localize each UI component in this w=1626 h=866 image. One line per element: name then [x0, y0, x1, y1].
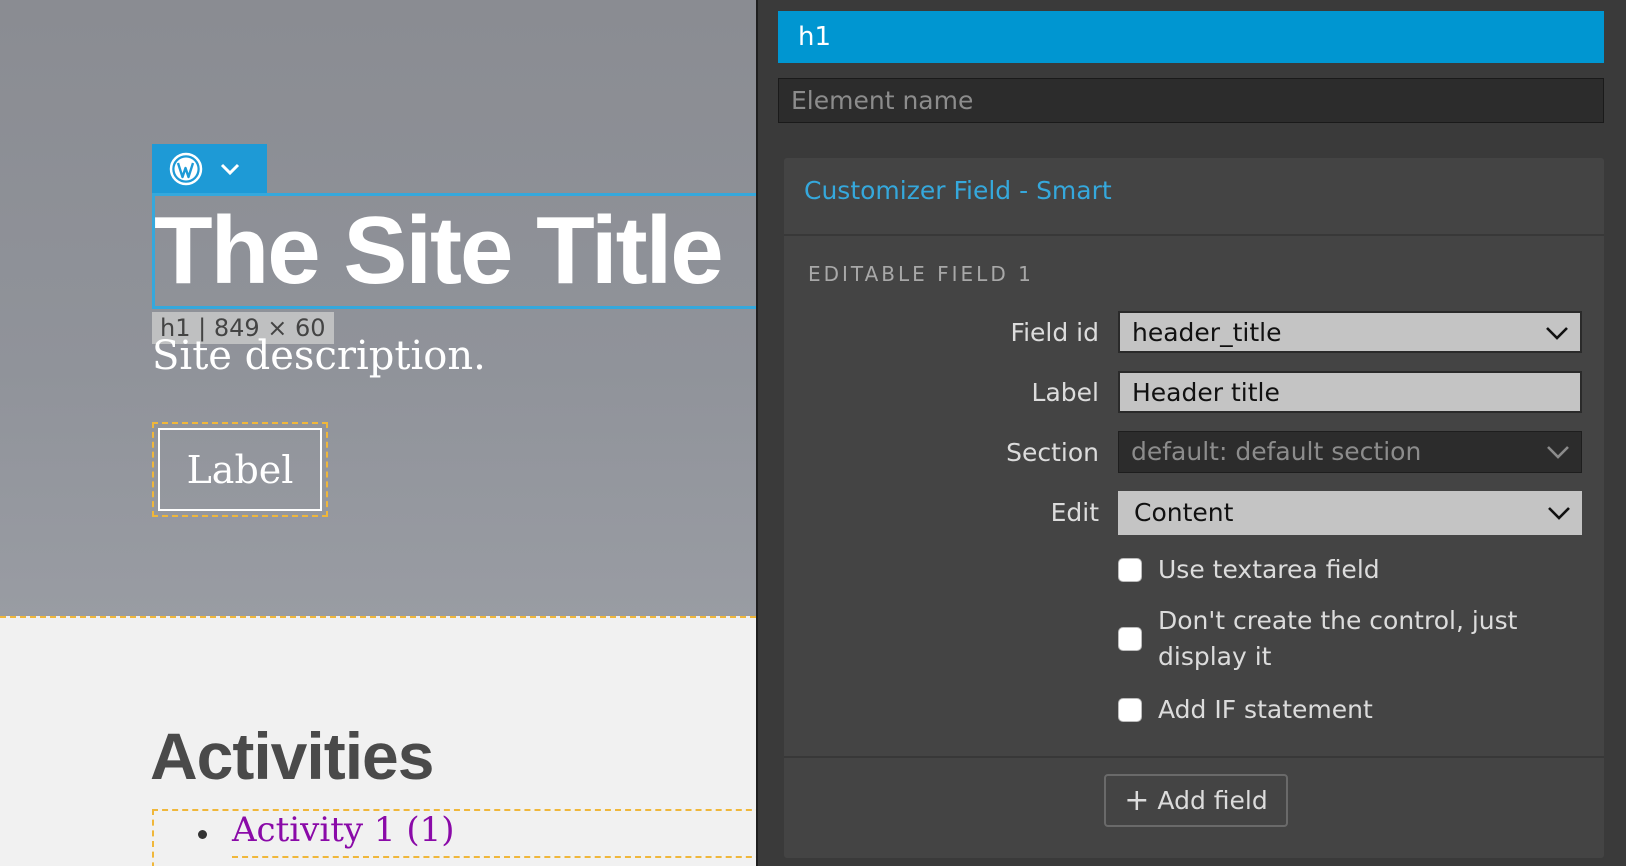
label-label: Label [1031, 378, 1099, 407]
activity-link[interactable]: Activity 1 (1) [232, 810, 455, 850]
add-field-label: Add field [1157, 786, 1268, 815]
site-description[interactable]: Site description. [152, 333, 486, 379]
site-title[interactable]: The Site Title [154, 196, 724, 306]
element-toolbar[interactable] [152, 144, 267, 194]
activities-heading: Activities [150, 719, 434, 793]
label-input[interactable]: Header title [1118, 371, 1582, 413]
add-if-label[interactable]: Add IF statement [1158, 692, 1373, 728]
edit-value: Content [1134, 498, 1234, 527]
field-id-label: Field id [1010, 318, 1099, 347]
use-textarea-checkbox[interactable] [1118, 558, 1142, 582]
card-divider-bottom [784, 756, 1604, 758]
card-divider [784, 234, 1604, 236]
activity-sublist-outline [232, 856, 756, 866]
label-button-text: Label [186, 447, 294, 492]
wordpress-icon[interactable] [169, 152, 203, 186]
chevron-down-icon[interactable] [219, 158, 241, 180]
chevron-down-icon [1546, 327, 1568, 340]
chevron-down-icon [1548, 507, 1570, 520]
card-title[interactable]: Customizer Field - Smart [804, 176, 1112, 205]
element-name-input[interactable] [778, 78, 1604, 123]
field-id-value: header_title [1132, 318, 1282, 347]
use-textarea-label[interactable]: Use textarea field [1158, 552, 1380, 588]
section-label: Section [1006, 438, 1099, 467]
section-heading: EDITABLE FIELD 1 [808, 262, 1034, 286]
edit-select[interactable]: Content [1118, 491, 1582, 535]
hero-outline [0, 616, 756, 618]
selected-tag-bar[interactable]: h1 [778, 11, 1604, 63]
add-if-checkbox[interactable] [1118, 698, 1142, 722]
chevron-down-icon [1547, 446, 1569, 459]
add-field-button[interactable]: + Add field [1104, 774, 1288, 827]
list-bullet [198, 830, 207, 839]
display-only-checkbox[interactable] [1118, 627, 1142, 651]
display-only-label[interactable]: Don't create the control, just display i… [1158, 603, 1538, 675]
label-button[interactable]: Label [152, 422, 328, 517]
section-value: default: default section [1131, 437, 1422, 466]
section-select[interactable]: default: default section [1118, 431, 1582, 473]
field-id-select[interactable]: header_title [1118, 311, 1582, 353]
label-input-value: Header title [1132, 378, 1280, 407]
edit-label: Edit [1050, 498, 1099, 527]
page-preview: The Site Title h1 | 849 × 60 Site descri… [0, 0, 756, 866]
plus-icon: + [1124, 782, 1150, 818]
